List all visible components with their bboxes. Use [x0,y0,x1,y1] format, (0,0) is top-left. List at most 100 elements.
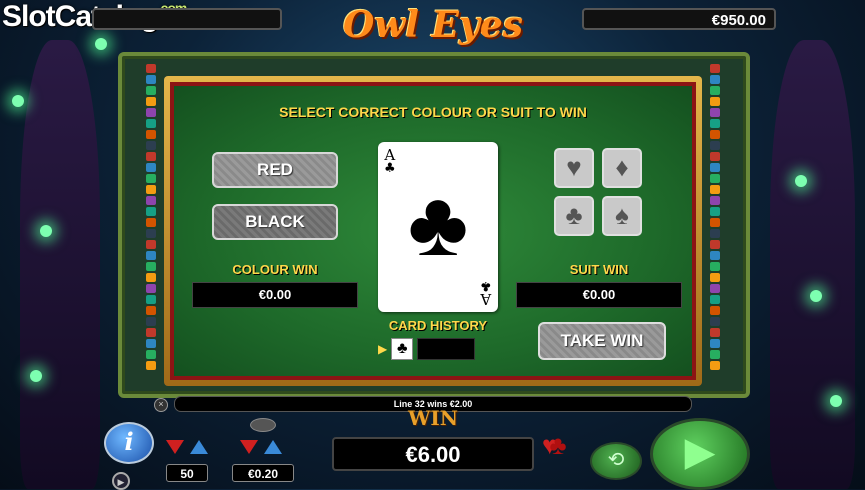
firefly [810,290,822,302]
history-arrow-icon: ▶ [378,342,388,356]
lines-decrease-button[interactable] [166,440,184,454]
gamble-heading: SELECT CORRECT COLOUR OR SUIT TO WIN [279,104,587,120]
gamble-suits-icon[interactable]: ♥♣ [542,430,567,461]
payline-marker [710,328,720,337]
payline-marker [710,141,720,150]
suit-hearts-button[interactable]: ♥ [554,148,594,188]
payline-marker [710,251,720,260]
payline-marker [710,130,720,139]
colour-win-value: €0.00 [192,282,358,308]
payline-marker [146,185,156,194]
payline-marker [146,240,156,249]
bet-decrease-button[interactable] [240,440,258,454]
card-center-suit: ♣ [407,173,469,275]
lines-value: 50 [166,464,208,482]
payline-marker [146,119,156,128]
close-icon[interactable]: × [154,398,168,412]
black-button[interactable]: BLACK [212,204,338,240]
firefly [40,225,52,237]
payline-marker [710,240,720,249]
payline-marker [710,317,720,326]
payline-marker [146,207,156,216]
firefly [30,370,42,382]
game-logo: Owl Eyes [333,4,533,56]
payline-marker [710,196,720,205]
spin-button[interactable]: ▶ [650,418,750,490]
payline-marker [710,97,720,106]
payline-marker [146,86,156,95]
payline-marker [710,218,720,227]
payline-marker [710,339,720,348]
top-left-display [92,8,282,30]
payline-marker [146,328,156,337]
payline-marker [146,75,156,84]
suit-diamonds-button[interactable]: ♦ [602,148,642,188]
payline-marker [146,361,156,370]
payline-marker [146,251,156,260]
balance-display: €950.00 [582,8,776,30]
payline-marker [710,295,720,304]
gamble-felt: SELECT CORRECT COLOUR OR SUIT TO WIN RED… [170,82,696,380]
red-button[interactable]: RED [212,152,338,188]
card-suit-bottom: ♣ [480,278,492,293]
payline-markers-right [710,64,720,370]
payline-marker [146,97,156,106]
win-title: WIN [407,406,459,430]
payline-marker [146,108,156,117]
autoplay-button[interactable]: ⟲ [590,442,642,480]
suit-win-value: €0.00 [516,282,682,308]
bet-value: €0.20 [232,464,294,482]
payline-marker [710,174,720,183]
payline-marker [146,174,156,183]
card-history-label: CARD HISTORY [388,318,488,333]
payline-marker [146,218,156,227]
spades-icon: ♠ [615,200,629,230]
payline-marker [710,163,720,172]
clubs-icon: ♣ [565,200,583,230]
payline-marker [146,163,156,172]
payline-marker [146,295,156,304]
gamble-panel: SELECT CORRECT COLOUR OR SUIT TO WIN RED… [164,76,702,386]
payline-marker [146,64,156,73]
card-corner-top: A ♣ [384,148,396,176]
game-logo-text: Owl Eyes [342,4,524,46]
suit-clubs-button[interactable]: ♣ [554,196,594,236]
payline-marker [146,229,156,238]
balance-value: €950.00 [711,12,766,29]
suit-spades-button[interactable]: ♠ [602,196,642,236]
payline-marker [710,75,720,84]
payline-marker [146,152,156,161]
tree-right [770,40,855,489]
firefly [830,395,842,407]
win-amount: €6.00 [332,437,534,471]
payline-marker [710,229,720,238]
payline-marker [710,119,720,128]
payline-marker [146,130,156,139]
bet-increase-button[interactable] [264,440,282,454]
payline-marker [710,152,720,161]
suit-win-label: SUIT WIN [569,262,629,277]
payline-marker [146,196,156,205]
payline-marker [146,339,156,348]
card-corner-bottom: A ♣ [480,278,492,308]
lines-increase-button[interactable] [190,440,208,454]
take-win-button[interactable]: TAKE WIN [538,322,666,360]
history-empty-slots [417,338,476,360]
autoplay-mini-icon[interactable]: ▶ [112,472,130,490]
payline-marker [710,185,720,194]
firefly [12,95,24,107]
payline-marker [710,306,720,315]
hearts-icon: ♥ [566,152,582,182]
info-button[interactable]: i [104,422,154,464]
coins-icon [250,418,276,432]
firefly [95,38,107,50]
colour-win-label: COLOUR WIN [232,262,318,277]
payline-marker [146,262,156,271]
payline-marker [146,306,156,315]
firefly [795,175,807,187]
card-rank-top: A [384,146,396,164]
payline-markers-left [146,64,156,370]
payline-marker [710,262,720,271]
card-history: ▶ ♣ [378,338,476,360]
payline-marker [146,317,156,326]
